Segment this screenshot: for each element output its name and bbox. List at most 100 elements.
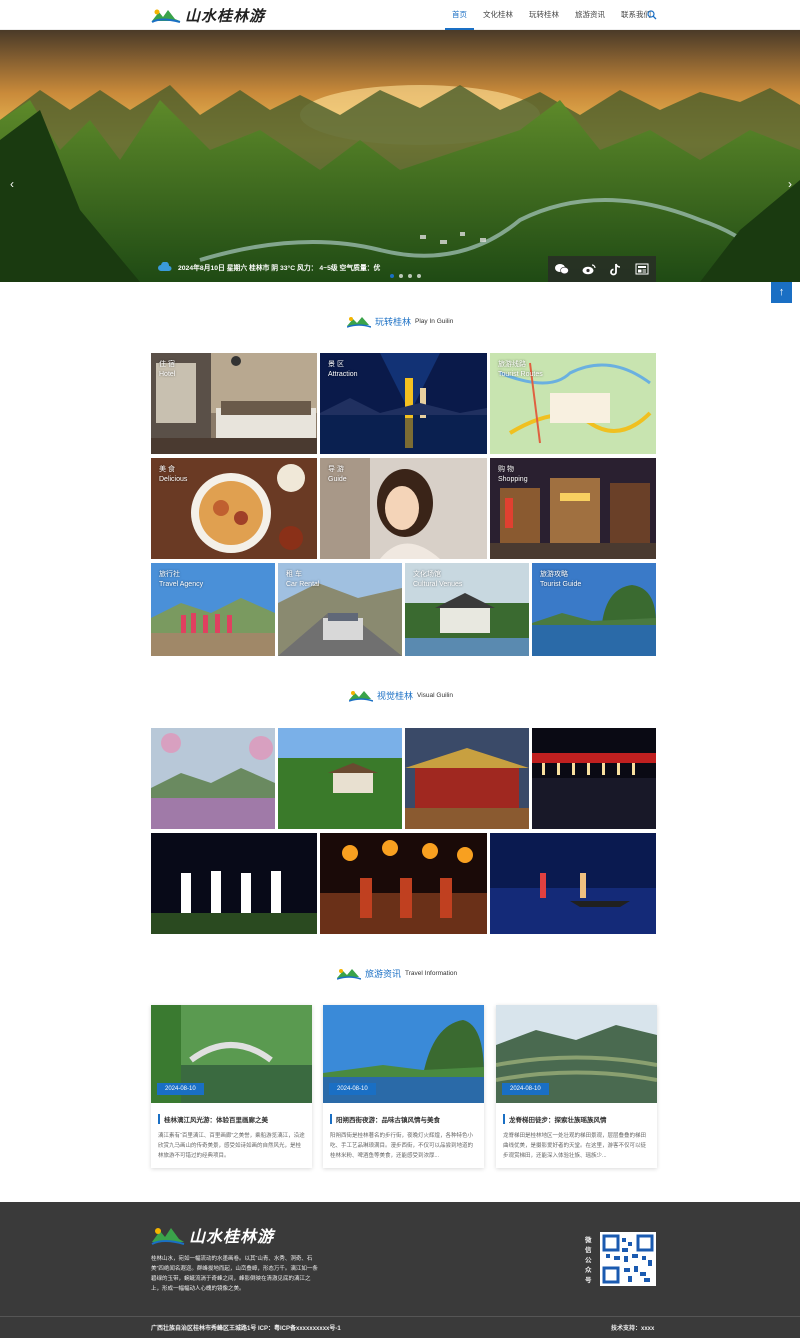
gallery-photo-river-performance[interactable] [490, 833, 656, 934]
hero-banner[interactable]: ‹ › [0, 30, 800, 282]
footer-tech-support: 技术支持：xxxx [611, 1326, 655, 1332]
news-title[interactable]: 桂林漓江风光游：体验百里画廊之美 [158, 1114, 268, 1124]
hero-dot[interactable] [417, 274, 421, 278]
temple-image [278, 728, 402, 829]
tile-food[interactable]: 美 食 Delicious [151, 458, 317, 559]
gallery-photo-pavilion[interactable] [405, 728, 529, 829]
weather-bar: 2024年8月10日 星期六 桂林市 阴 33°C 风力： 4~5级 空气质量：… [158, 262, 380, 272]
nav-play[interactable]: 玩转桂林 [522, 0, 566, 30]
tile-car-rental[interactable]: 租 车 Car Rental [278, 563, 402, 656]
hero-landscape-image [0, 30, 800, 282]
tile-attraction[interactable]: 景 区 Attraction [320, 353, 487, 454]
hero-prev-arrow[interactable]: ‹ [10, 178, 14, 190]
wechat-qr-code [600, 1232, 656, 1286]
main-nav: 首页 文化桂林 玩转桂林 旅游资讯 联系我们 [443, 0, 658, 30]
tile-label: 景 区 Attraction [328, 360, 358, 380]
section-title-en: Travel Information [405, 970, 458, 977]
gallery-photo-blossoms[interactable] [151, 728, 275, 829]
section-logo-icon [347, 317, 371, 328]
tile-label-en: Car Rental [286, 581, 320, 588]
section-title-en: Play In Guilin [415, 318, 454, 325]
weather-text: 2024年8月10日 星期六 桂林市 阴 33°C 风力： 4~5级 空气质量：… [178, 265, 381, 272]
nav-news[interactable]: 旅游资讯 [568, 0, 612, 30]
dancers-image [151, 833, 317, 934]
news-date: 2024-08-10 [157, 1083, 204, 1095]
tile-label-en: Hotel [159, 371, 176, 378]
section-title-en: Visual Guilin [417, 692, 454, 699]
news-summary: 龙脊梯田是桂林地区一处壮观的梯田景观，层层叠叠的梯田曲线优美，是摄影爱好者的天堂… [503, 1133, 647, 1159]
hero-dot[interactable] [390, 274, 394, 278]
tile-label: 旅行社 Travel Agency [159, 570, 203, 590]
hero-pagination [390, 274, 421, 278]
tile-label-cn: 导 游 [328, 466, 344, 473]
fire-dance-image [320, 833, 487, 934]
douyin-icon[interactable] [609, 263, 622, 276]
news-date: 2024-08-10 [502, 1083, 549, 1095]
news-card[interactable]: 2024-08-10 阳朔西街夜游：品味古镇风情与美食 阳朔西街是桂林著名的步行… [323, 1005, 484, 1168]
wechat-label: 微信公众号 [585, 1237, 592, 1284]
hero-dot[interactable] [408, 274, 412, 278]
toutiao-icon[interactable] [635, 263, 649, 275]
tile-travel-agency[interactable]: 旅行社 Travel Agency [151, 563, 275, 656]
blossom-image [151, 728, 275, 829]
qr-code-icon [602, 1234, 654, 1284]
tile-hotel[interactable]: 住 宿 Hotel [151, 353, 317, 454]
logo-text: 山水桂林游 [185, 6, 266, 25]
back-to-top-button[interactable]: ↑ [771, 282, 792, 303]
tile-label-cn: 美 食 [159, 466, 175, 473]
tile-shopping[interactable]: 购 物 Shopping [490, 458, 656, 559]
tile-label-en: Shopping [498, 476, 528, 483]
news-date: 2024-08-10 [329, 1083, 376, 1095]
footer-description: 桂林山水，宛如一幅流动的水墨画卷。以其“山青、水秀、洞奇、石美”四绝闻名遐迩。群… [151, 1256, 318, 1292]
news-title[interactable]: 阳朔西街夜游：品味古镇风情与美食 [330, 1114, 440, 1124]
gallery-photo-temple[interactable] [278, 728, 402, 829]
hero-dot[interactable] [399, 274, 403, 278]
tile-label-en: Tourist Guide [540, 581, 582, 588]
section-title-play: 玩转桂林 Play In Guilin [347, 315, 453, 328]
river-performance-image [490, 833, 656, 934]
tile-guide[interactable]: 导 游 Guide [320, 458, 487, 559]
gallery-photo-dancers[interactable] [151, 833, 317, 934]
weibo-icon[interactable] [582, 263, 596, 275]
section-logo-icon [349, 691, 373, 702]
footer-divider [0, 1316, 800, 1317]
tile-label: 导 游 Guide [328, 465, 347, 485]
tile-label-cn: 购 物 [498, 466, 514, 473]
wechat-icon[interactable] [554, 263, 569, 275]
tile-tourist-guide[interactable]: 旅游攻略 Tourist Guide [532, 563, 656, 656]
news-title[interactable]: 龙脊梯田徒步：探索壮族瑶族风情 [503, 1114, 607, 1124]
section-logo-icon [337, 969, 361, 980]
footer-copyright: 广西壮族自治区桂林市秀峰区王城路1号 ICP：粤ICP备xxxxxxxxxx号-… [151, 1326, 341, 1332]
nav-culture[interactable]: 文化桂林 [476, 0, 520, 30]
tile-label: 旅游攻略 Tourist Guide [540, 570, 581, 590]
logo[interactable]: 山水桂林游 [151, 4, 265, 26]
tile-label: 购 物 Shopping [498, 465, 528, 485]
tile-routes[interactable]: 旅游线路 Tourist Routes [490, 353, 656, 454]
search-icon[interactable] [647, 10, 657, 20]
tile-label-en: Delicious [159, 476, 188, 483]
tile-cultural-venues[interactable]: 文化场馆 Cultural Venues [405, 563, 529, 656]
social-links [548, 256, 656, 282]
header: 山水桂林游 首页 文化桂林 玩转桂林 旅游资讯 联系我们 [0, 0, 800, 30]
hero-next-arrow[interactable]: › [788, 178, 792, 190]
pavilion-image [405, 728, 529, 829]
section-title-cn: 旅游资讯 [365, 969, 402, 979]
footer-logo-text: 山水桂林游 [189, 1227, 275, 1246]
nav-home[interactable]: 首页 [445, 0, 474, 30]
cloud-icon [158, 262, 172, 271]
news-card[interactable]: 2024-08-10 龙脊梯田徒步：探索壮族瑶族风情 龙脊梯田是桂林地区一处壮观… [496, 1005, 657, 1168]
news-card[interactable]: 2024-08-10 桂林漓江风光游：体验百里画廊之美 漓江素有“百里漓江、百里… [151, 1005, 312, 1168]
tile-label-cn: 旅游攻略 [540, 571, 568, 578]
tile-label: 美 食 Delicious [159, 465, 187, 485]
tile-label-cn: 旅行社 [159, 571, 180, 578]
footer-logo[interactable]: 山水桂林游 [151, 1222, 274, 1248]
gallery-photo-night-show[interactable] [532, 728, 656, 829]
logo-mountain-icon [151, 9, 181, 23]
footer [0, 1202, 800, 1338]
tile-label-en: Attraction [328, 371, 358, 378]
gallery-photo-fire-dance[interactable] [320, 833, 487, 934]
tile-label-cn: 住 宿 [159, 361, 175, 368]
section-title-cn: 视觉桂林 [377, 691, 414, 701]
news-summary: 漓江素有“百里漓江、百里画廊”之美誉，乘船游览漓江，沿途欣赏九马画山的传奇美景，… [158, 1133, 305, 1159]
tile-label-cn: 旅游线路 [498, 361, 526, 368]
